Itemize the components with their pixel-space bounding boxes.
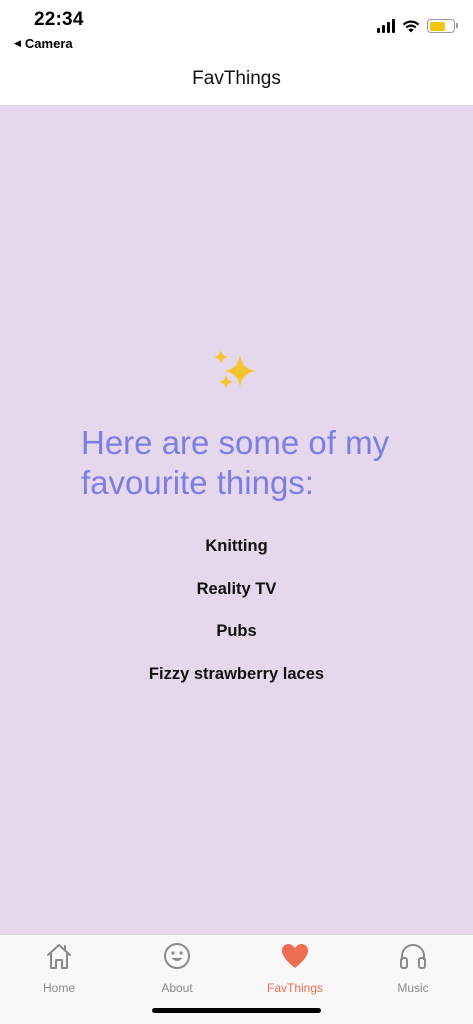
status-time: 22:34 [34,9,84,30]
wifi-icon [402,20,420,33]
list-item: Reality TV [196,579,277,598]
sparkles-icon [214,350,256,389]
status-icons [377,19,458,33]
tab-favthings[interactable]: FavThings [236,941,354,997]
tab-label: About [161,981,193,995]
list-item: Fizzy strawberry laces [148,664,325,683]
tab-label: Music [397,981,429,995]
home-indicator[interactable] [152,1008,321,1013]
favourites-list: Knitting Reality TV Pubs Fizzy strawberr… [0,536,473,706]
tab-label: FavThings [266,981,324,995]
page-title: FavThings [192,67,281,89]
back-arrow-icon: ◀ [14,38,21,48]
battery-icon [427,19,458,33]
main-content: Here are some of my favourite things: Kn… [0,105,473,934]
tab-home[interactable]: Home [0,941,118,997]
headphones-icon [400,944,426,969]
tab-label: Home [42,981,75,995]
tab-music[interactable]: Music [354,941,472,997]
back-app-label: Camera [24,36,73,51]
list-item: Knitting [205,537,268,555]
house-icon [47,944,71,969]
app-screen: 22:34 ◀ Camera FavThings Here are some o… [0,0,473,1024]
back-to-app-button[interactable]: ◀ Camera [14,36,73,51]
heart-icon [282,944,308,968]
list-item: Pubs [216,622,257,640]
status-bar: 22:34 ◀ Camera [0,0,473,56]
smiley-icon [164,943,190,969]
tab-about[interactable]: About [118,941,236,997]
navigation-bar: FavThings [0,56,473,105]
cellular-signal-icon [377,19,395,33]
battery-level [429,21,446,31]
favourites-heading: Here are some of my favourite things: [81,424,390,501]
